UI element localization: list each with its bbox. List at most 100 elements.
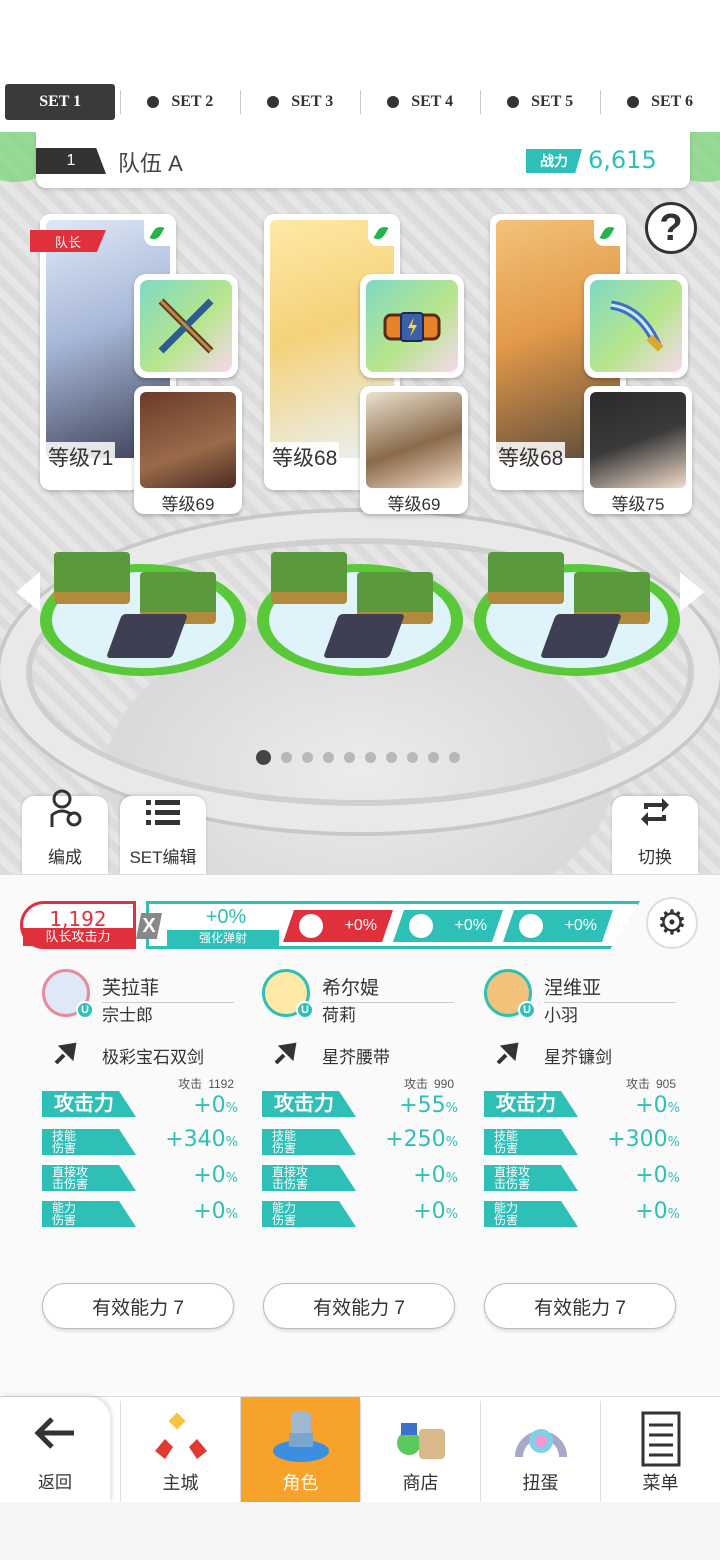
weapon-slot-1[interactable] [134, 274, 238, 378]
character-name: 希尔媞 [322, 973, 454, 1003]
sub-character-portrait [366, 392, 462, 488]
sub-character-level: 等级69 [387, 495, 441, 514]
sub-character-card-2[interactable]: 等级69 [360, 386, 468, 514]
stat-label: 攻击力 [484, 1091, 578, 1117]
page-dot[interactable] [407, 752, 418, 763]
stat-value: +0% [635, 1199, 680, 1224]
boost-chip-value: +0% [344, 917, 377, 934]
stat-attack: 攻击力 攻击 990 +55% [262, 1077, 458, 1119]
percent-sign: % [445, 1171, 458, 1186]
character-stats-2: U 希尔媞 荷莉 星芥腰带 攻击力 攻击 990 +55% 技能 伤害 +250%… [262, 969, 458, 1309]
character-face-icon [409, 914, 433, 938]
stat-attack: 攻击力 攻击 1192 +0% [42, 1077, 238, 1119]
page-dot[interactable] [365, 752, 376, 763]
tab-set-2[interactable]: SET 2 [120, 82, 240, 122]
tab-label: SET 2 [171, 93, 214, 110]
tab-set-5[interactable]: SET 5 [480, 82, 600, 122]
percent-sign: % [225, 1101, 238, 1116]
tab-set-1[interactable]: SET 1 [5, 84, 116, 120]
page-dot[interactable] [256, 750, 271, 765]
set-tabs: SET 1 SET 2 SET 3 SET 4 SET 5 SET 6 [0, 82, 720, 122]
nav-label: 主城 [162, 1473, 199, 1493]
previous-arrow-icon[interactable] [16, 572, 40, 612]
percent-sign: % [445, 1101, 458, 1116]
stat-number: +0 [413, 1163, 446, 1188]
weapon-name: 星芥镰剑 [544, 1048, 612, 1067]
set-edit-label: SET编辑 [129, 848, 197, 867]
nav-label: 菜单 [642, 1473, 679, 1493]
character-level: 等级71 [46, 442, 116, 472]
stat-label: 能力 伤害 [42, 1201, 136, 1227]
team-name: 队伍 A [118, 151, 183, 176]
swap-icon [638, 795, 672, 837]
percent-sign: % [667, 1171, 680, 1186]
sub-character-card-3[interactable]: 等级75 [584, 386, 692, 514]
nav-gacha[interactable]: 扭蛋 [480, 1401, 600, 1503]
effective-ability-button-3[interactable]: 有效能力 7 [484, 1283, 676, 1329]
back-button[interactable]: 返回 [0, 1397, 110, 1503]
stat-value: +55% [399, 1093, 458, 1118]
weapon-slot-3[interactable] [584, 274, 688, 378]
stat-label: 直接攻 击伤害 [262, 1165, 356, 1191]
weapon-slot-2[interactable] [360, 274, 464, 378]
character-level: 等级68 [270, 442, 340, 472]
stat-attack: 攻击力 攻击 905 +0% [484, 1077, 680, 1119]
character-level: 等级68 [496, 442, 566, 472]
team-bar[interactable]: 1 队伍 A 战力 6,615 [36, 132, 690, 188]
stat-number: +340 [165, 1127, 226, 1152]
nav-shop[interactable]: 商店 [360, 1401, 480, 1503]
effective-ability-button-1[interactable]: 有效能力 7 [42, 1283, 234, 1329]
percent-sign: % [667, 1101, 680, 1116]
page-dot[interactable] [386, 752, 397, 763]
boost-chip-1: +0% [283, 910, 393, 942]
tab-set-3[interactable]: SET 3 [240, 82, 360, 122]
boost-chip-3: +0% [503, 910, 613, 942]
stat-value: +340% [165, 1127, 238, 1152]
tab-set-6[interactable]: SET 6 [600, 82, 720, 122]
tab-set-4[interactable]: SET 4 [360, 82, 480, 122]
character-icon [271, 1411, 331, 1463]
stat-number: +0 [193, 1093, 226, 1118]
set-edit-button[interactable]: SET编辑 [120, 796, 206, 874]
power-label: 战力 [526, 149, 582, 173]
party-platform-1 [40, 532, 246, 676]
base-attack-label: 攻击 [178, 1077, 203, 1091]
sickle-sword-icon [590, 280, 682, 372]
sub-character-card-1[interactable]: 等级69 [134, 386, 242, 514]
switch-button[interactable]: 切换 [612, 796, 698, 874]
page-dot[interactable] [344, 752, 355, 763]
stat-skill-damage: 技能 伤害 +250% [262, 1127, 458, 1157]
person-gear-icon [48, 789, 82, 837]
sub-character-portrait [140, 392, 236, 488]
gear-icon: ⚙ [656, 904, 688, 942]
formation-button[interactable]: 编成 [22, 789, 108, 874]
stat-value: +0% [193, 1199, 238, 1224]
nav-castle[interactable]: 主城 [120, 1401, 240, 1503]
nav-menu[interactable]: 菜单 [600, 1401, 720, 1503]
team-number: 1 [36, 148, 106, 174]
percent-sign: % [445, 1135, 458, 1150]
party-platform-2 [257, 532, 463, 676]
next-arrow-icon[interactable] [680, 572, 704, 612]
sub-character-portrait [590, 392, 686, 488]
sub-character-name: 小羽 [544, 1006, 578, 1025]
nav-character[interactable]: 角色 [240, 1397, 360, 1503]
tab-label: SET 1 [39, 93, 82, 110]
page-dot[interactable] [449, 752, 460, 763]
effective-ability-button-2[interactable]: 有效能力 7 [263, 1283, 455, 1329]
stat-value: +0% [413, 1199, 458, 1224]
stat-label: 技能 伤害 [484, 1129, 578, 1155]
help-button[interactable]: ? [645, 202, 697, 254]
base-attack-value: 1192 [208, 1077, 234, 1091]
boost-bar: +0% 强化弹射 +0% +0% +0% [146, 901, 640, 949]
page-dot[interactable] [302, 752, 313, 763]
page-dot[interactable] [323, 752, 334, 763]
unison-badge: U [76, 1001, 94, 1019]
nav-label: 扭蛋 [522, 1473, 559, 1493]
character-name: 涅维亚 [544, 973, 676, 1003]
page-dot[interactable] [281, 752, 292, 763]
settings-button[interactable]: ⚙ [646, 897, 698, 949]
stat-number: +300 [607, 1127, 668, 1152]
page-dot[interactable] [428, 752, 439, 763]
grass-block [54, 552, 130, 604]
